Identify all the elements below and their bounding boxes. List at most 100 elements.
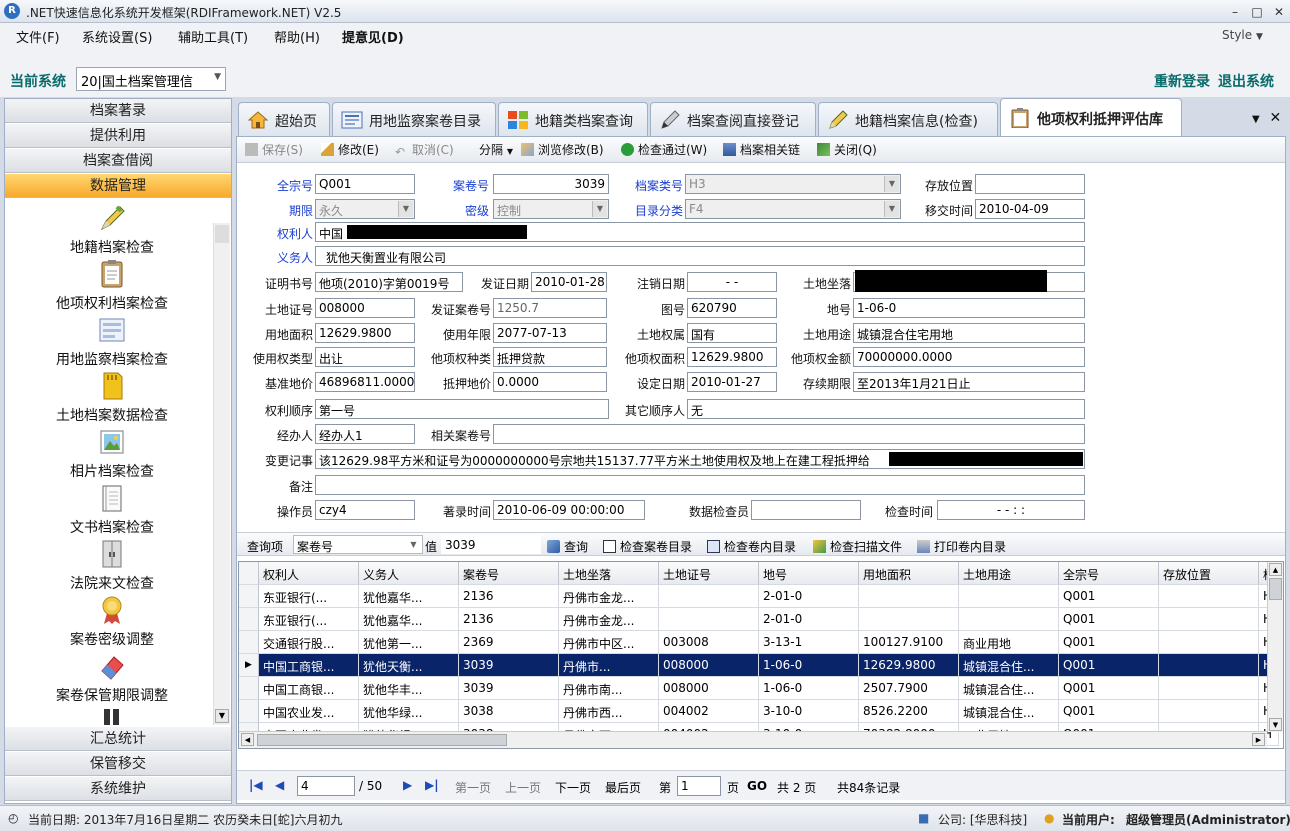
- menu-help[interactable]: 帮助(H): [274, 27, 320, 46]
- scroll-down-icon[interactable]: ▼: [1269, 718, 1282, 731]
- tab-other-rights-mortgage[interactable]: 他项权利抵押评估库: [1000, 98, 1182, 136]
- next-page-link[interactable]: 下一页: [555, 779, 591, 796]
- related-links-button[interactable]: 档案相关链: [723, 141, 800, 158]
- sidebar-section-data-management[interactable]: 数据管理: [5, 174, 231, 198]
- zhonglei-input[interactable]: 抵押贷款: [493, 347, 607, 367]
- sidebar-item-retention-adjust[interactable]: 案卷保管期限调整: [5, 651, 219, 705]
- table-cell[interactable]: 交通银行股...: [259, 631, 359, 654]
- system-select[interactable]: 20|国土档案管理信 ▼: [76, 67, 226, 91]
- table-cell[interactable]: 犹他嘉华...: [359, 585, 459, 608]
- scrollbar-thumb[interactable]: [1269, 578, 1282, 600]
- diya-input[interactable]: 0.0000: [493, 372, 607, 392]
- sidebar-item-other-rights-check[interactable]: 他项权利档案检查: [5, 259, 219, 313]
- relogin-link[interactable]: 重新登录: [1154, 71, 1210, 91]
- nianxian-input[interactable]: 2077-07-13: [493, 323, 607, 343]
- table-cell[interactable]: 100127.9100: [859, 631, 959, 654]
- first-page-link[interactable]: 第一页: [455, 779, 491, 796]
- row-header[interactable]: [239, 677, 259, 700]
- page-number-input[interactable]: 4: [297, 776, 355, 796]
- close-icon[interactable]: ✕: [1270, 4, 1288, 20]
- maximize-icon[interactable]: □: [1248, 4, 1266, 20]
- beizhu-input[interactable]: [315, 475, 1085, 495]
- column-header[interactable]: 义务人: [359, 562, 459, 585]
- table-cell[interactable]: 003008: [659, 631, 759, 654]
- qita-input[interactable]: 无: [687, 399, 1085, 419]
- jine-input[interactable]: 70000000.0000: [853, 347, 1085, 367]
- sidebar-item-land-data-check[interactable]: 土地档案数据检查: [5, 371, 219, 425]
- table-cell[interactable]: 2136: [459, 608, 559, 631]
- table-cell[interactable]: 2136: [459, 585, 559, 608]
- check-scan-button[interactable]: 检查扫描文件: [813, 538, 902, 555]
- sidebar-item-photo-check[interactable]: 相片档案检查: [5, 427, 219, 481]
- yongtu-input[interactable]: 城镇混合住宅用地: [853, 323, 1085, 343]
- table-cell[interactable]: 丹佛市金龙...: [559, 585, 659, 608]
- table-row[interactable]: 中国农业发... 犹他华绿... 3038 丹佛市西... 004002 3-10-0 85…: [239, 700, 1279, 723]
- close-tab-button[interactable]: 关闭(Q): [817, 141, 877, 158]
- column-header[interactable]: 用地面积: [859, 562, 959, 585]
- table-cell[interactable]: 丹佛市金龙...: [559, 608, 659, 631]
- table-cell[interactable]: [959, 608, 1059, 631]
- column-header[interactable]: 土地用途: [959, 562, 1059, 585]
- column-header[interactable]: 全宗号: [1059, 562, 1159, 585]
- table-cell[interactable]: 8526.2200: [859, 700, 959, 723]
- table-cell[interactable]: 城镇混合住...: [959, 654, 1059, 677]
- table-cell[interactable]: 丹佛市南...: [559, 677, 659, 700]
- table-cell[interactable]: 008000: [659, 654, 759, 677]
- last-page-link[interactable]: 最后页: [605, 779, 641, 796]
- table-cell[interactable]: 2-01-0: [759, 585, 859, 608]
- shunxu-input[interactable]: 第一号: [315, 399, 609, 419]
- jiancha-time-input[interactable]: - - : :: [937, 500, 1085, 520]
- table-row[interactable]: 东亚银行(...犹他嘉华...2136丹佛市金龙...2-01-0Q001H: [239, 608, 1279, 631]
- table-cell[interactable]: 1-06-0: [759, 677, 859, 700]
- table-cell[interactable]: 商业用地: [959, 631, 1059, 654]
- table-cell[interactable]: 12629.9800: [859, 654, 959, 677]
- table-cell[interactable]: 1-06-0: [759, 654, 859, 677]
- table-cell[interactable]: [1159, 700, 1259, 723]
- row-header[interactable]: [239, 585, 259, 608]
- tab-list-dropdown-icon[interactable]: ▼: [1252, 114, 1260, 125]
- minimize-icon[interactable]: –: [1226, 4, 1244, 20]
- table-cell[interactable]: 犹他华绿...: [359, 700, 459, 723]
- check-catalog-button[interactable]: 检查案卷目录: [603, 538, 692, 555]
- first-page-icon[interactable]: |◀: [249, 778, 263, 792]
- scroll-left-icon[interactable]: ◀: [241, 733, 254, 746]
- table-cell[interactable]: 犹他嘉华...: [359, 608, 459, 631]
- prev-page-link[interactable]: 上一页: [505, 779, 541, 796]
- sidebar-item-land-supervision-check[interactable]: 用地监察档案检查: [5, 315, 219, 369]
- table-cell[interactable]: 丹佛市...: [559, 654, 659, 677]
- tab-close-icon[interactable]: ✕: [1270, 110, 1282, 126]
- sidebar-section-transfer[interactable]: 保管移交: [5, 752, 231, 776]
- scroll-up-icon[interactable]: ▲: [1269, 563, 1282, 576]
- table-cell[interactable]: [859, 585, 959, 608]
- next-page-icon[interactable]: ▶: [403, 778, 412, 792]
- column-header[interactable]: 权利人: [259, 562, 359, 585]
- table-row[interactable]: 交通银行股... 犹他第一... 2369 丹佛市中区... 003008 3-13-1 1…: [239, 631, 1279, 654]
- table-cell[interactable]: 东亚银行(...: [259, 608, 359, 631]
- fazheng-input[interactable]: 2010-01-28: [531, 272, 607, 292]
- jingban-input[interactable]: 经办人1: [315, 424, 415, 444]
- mianji-input[interactable]: 12629.9800: [315, 323, 415, 343]
- jiancha-input[interactable]: [751, 500, 861, 520]
- tuhao-input[interactable]: 620790: [687, 298, 777, 318]
- table-cell[interactable]: 3-10-0: [759, 700, 859, 723]
- check-inner-button[interactable]: 检查卷内目录: [707, 538, 796, 555]
- table-cell[interactable]: 城镇混合住...: [959, 677, 1059, 700]
- menu-feedback[interactable]: 提意见(D): [342, 27, 404, 46]
- leihao-select[interactable]: H3 ▼: [685, 174, 901, 194]
- check-pass-button[interactable]: 检查通过(W): [621, 141, 707, 158]
- tab-direct-register[interactable]: 档案查阅直接登记: [650, 102, 816, 136]
- table-cell[interactable]: [1159, 608, 1259, 631]
- table-cell[interactable]: 中国农业发...: [259, 700, 359, 723]
- save-button[interactable]: 保存(S): [245, 141, 303, 158]
- search-button[interactable]: 查询: [547, 538, 588, 555]
- cunxu-input[interactable]: 至2013年1月21日止: [853, 372, 1085, 392]
- sheding-input[interactable]: 2010-01-27: [687, 372, 777, 392]
- table-cell[interactable]: [859, 608, 959, 631]
- table-row[interactable]: 东亚银行(...犹他嘉华...2136丹佛市金龙...2-01-0Q001H: [239, 585, 1279, 608]
- menu-file[interactable]: 文件(F): [16, 27, 60, 46]
- scrollbar-thumb[interactable]: [257, 734, 507, 746]
- menu-system-settings[interactable]: 系统设置(S): [82, 27, 152, 46]
- tab-cadastral-info-check[interactable]: 地籍档案信息(检查): [818, 102, 998, 136]
- xiangguan-input[interactable]: [493, 424, 1085, 444]
- zhulu-input[interactable]: 2010-06-09 00:00:00: [493, 500, 645, 520]
